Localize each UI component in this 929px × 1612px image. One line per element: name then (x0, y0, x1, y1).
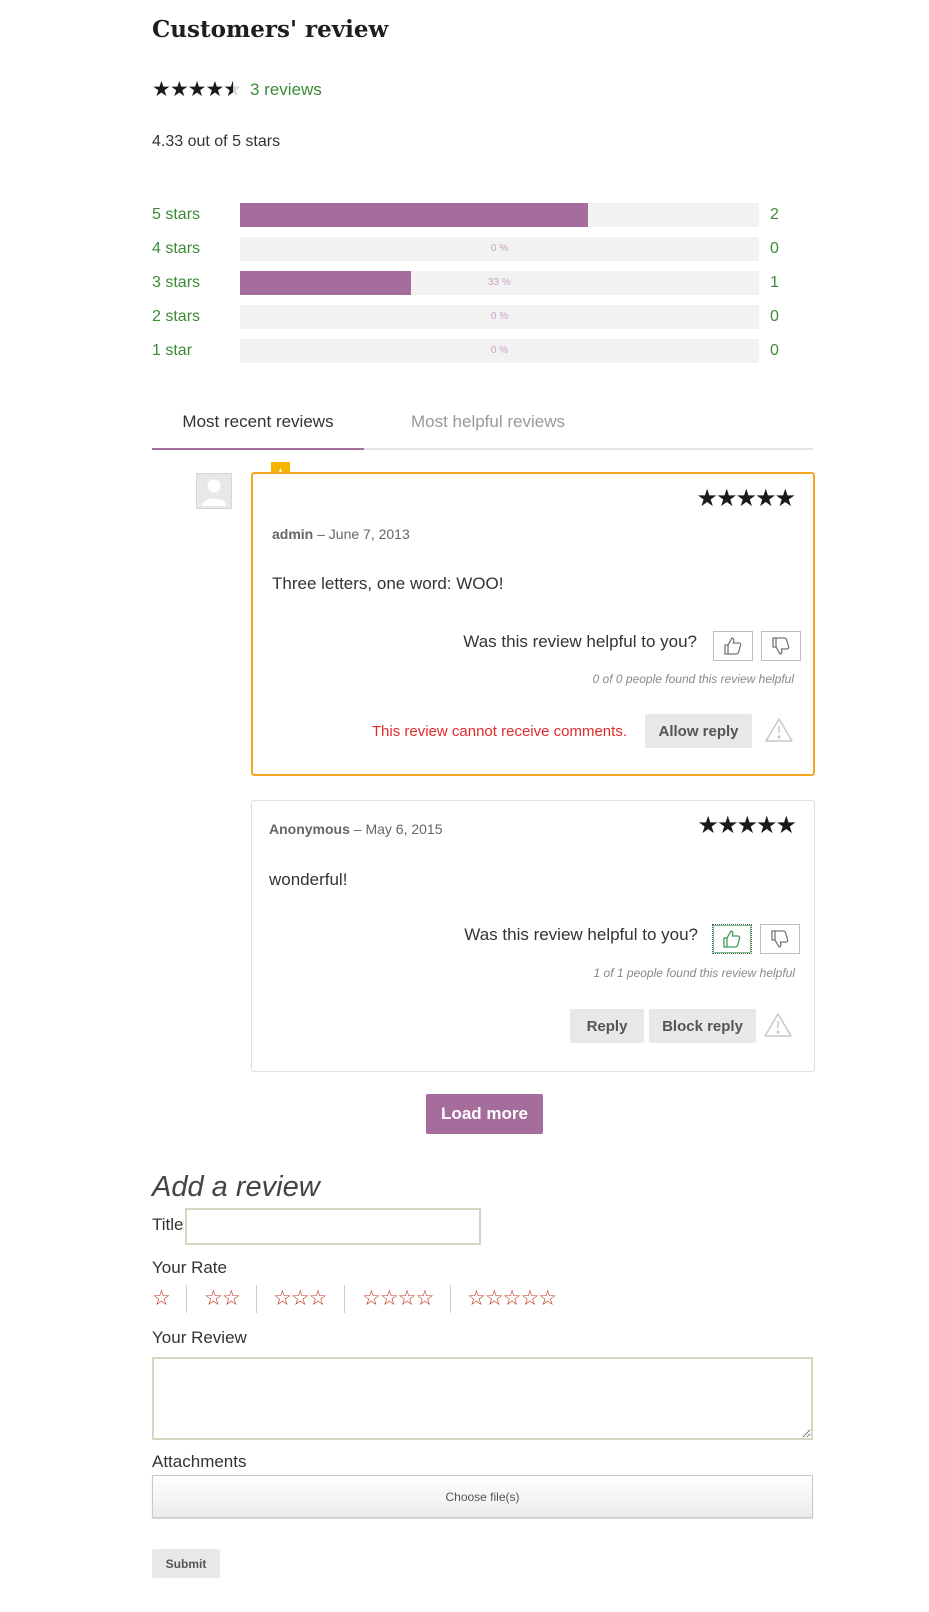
rate-option-1[interactable]: ☆ (152, 1288, 171, 1309)
rate-selector: ☆ ☆☆ ☆☆☆ ☆☆☆☆ ☆☆☆☆☆ (152, 1285, 572, 1313)
rating-count: 0 (770, 240, 779, 257)
avatar-placeholder-icon (196, 473, 232, 509)
rating-row: 4 stars 0 % 0 (152, 237, 792, 261)
rate-option-5[interactable]: ☆☆☆☆☆ (467, 1288, 557, 1309)
rating-bar-percent: 0 % (490, 243, 509, 254)
thumbs-down-icon (771, 930, 789, 948)
star-full-icon: ★ (152, 78, 171, 101)
add-review-heading: Add a review (152, 1171, 320, 1203)
rate-label: Your Rate (152, 1258, 227, 1277)
warning-icon[interactable] (763, 1012, 793, 1038)
helpful-count-note: 0 of 0 people found this review helpful (592, 672, 794, 686)
rating-filter-link[interactable]: 3 stars (152, 271, 200, 295)
rating-row: 2 stars 0 % 0 (152, 305, 792, 329)
rating-count: 1 (770, 274, 779, 291)
thumbs-down-icon (772, 637, 790, 655)
review-rating-stars: ★★★★★ (696, 485, 796, 512)
rating-bar-fill (240, 203, 588, 227)
review-tabs: Most recent reviews Most helpful reviews (152, 404, 813, 450)
reply-button[interactable]: Reply (570, 1009, 644, 1043)
star-full-icon: ★ (205, 78, 224, 101)
rating-filter-link[interactable]: 5 stars (152, 203, 200, 227)
vote-down-button[interactable] (760, 924, 800, 954)
review-textarea[interactable] (152, 1357, 813, 1440)
rate-divider (186, 1285, 187, 1313)
helpful-question: Was this review helpful to you? (463, 632, 697, 651)
review-author: admin (272, 526, 314, 542)
rate-divider (344, 1285, 345, 1313)
star-full-icon: ★ (187, 78, 207, 101)
rate-option-3[interactable]: ☆☆☆ (273, 1288, 327, 1309)
review-rating-stars: ★★★★★ (697, 812, 797, 839)
vote-up-button[interactable] (713, 631, 753, 661)
vote-up-button[interactable] (712, 924, 752, 954)
choose-files-button[interactable]: Choose file(s) (152, 1475, 813, 1518)
attachments-label: Attachments (152, 1452, 247, 1471)
warning-icon[interactable] (764, 717, 794, 743)
vote-down-button[interactable] (761, 631, 801, 661)
rating-bar-percent: 33 % (488, 277, 511, 288)
submit-button[interactable]: Submit (152, 1549, 220, 1578)
review-author: Anonymous (269, 821, 350, 837)
average-rating-text: 4.33 out of 5 stars (152, 133, 281, 150)
rate-option-2[interactable]: ☆☆ (204, 1288, 241, 1309)
thumbs-up-icon (724, 637, 742, 655)
rating-count: 0 (770, 308, 779, 325)
title-input[interactable] (185, 1208, 481, 1245)
rating-filter-link[interactable]: 4 stars (152, 237, 200, 261)
section-title: Customers' review (152, 16, 389, 43)
review-author-line: Anonymous – May 6, 2015 (269, 821, 443, 837)
review-date: – May 6, 2015 (353, 821, 443, 837)
review-text: wonderful! (269, 870, 348, 889)
rate-option-4[interactable]: ☆☆☆☆ (362, 1288, 434, 1309)
review-card: ★★★★★ Anonymous – May 6, 2015 wonderful!… (251, 800, 815, 1072)
rating-count: 2 (770, 206, 779, 223)
rating-row: 1 star 0 % 0 (152, 339, 792, 363)
rating-bar-track: 0 % (240, 305, 759, 329)
title-label: Title (152, 1215, 184, 1234)
helpful-count-note: 1 of 1 people found this review helpful (593, 966, 795, 980)
rate-divider (256, 1285, 257, 1313)
block-reply-button[interactable]: Block reply (649, 1009, 756, 1043)
no-comments-notice: This review cannot receive comments. (371, 723, 627, 740)
load-more-button[interactable]: Load more (426, 1094, 543, 1134)
review-card-featured: ★★★★★ admin – June 7, 2013 Three letters… (251, 472, 815, 776)
review-date: – June 7, 2013 (317, 526, 410, 542)
rating-filter-link[interactable]: 2 stars (152, 305, 200, 329)
star-full-icon: ★ (169, 78, 189, 101)
allow-reply-button[interactable]: Allow reply (645, 714, 752, 748)
star-partial-icon: ★ (223, 79, 242, 100)
thumbs-up-icon (723, 930, 741, 948)
rating-bar-track (240, 203, 759, 227)
review-text: Three letters, one word: WOO! (272, 574, 504, 593)
rating-bar-percent: 0 % (490, 345, 509, 356)
rate-divider (450, 1285, 451, 1313)
helpful-question: Was this review helpful to you? (464, 925, 698, 944)
average-rating-stars: ★★★★★ (152, 78, 242, 101)
reviews-count-link[interactable]: 3 reviews (250, 80, 322, 100)
rating-filter-link[interactable]: 1 star (152, 339, 192, 363)
review-label: Your Review (152, 1328, 247, 1347)
tab-most-recent[interactable]: Most recent reviews (152, 404, 364, 450)
rating-bar-percent: 0 % (490, 311, 509, 322)
tab-most-helpful[interactable]: Most helpful reviews (382, 404, 594, 450)
rating-row: 5 stars 2 (152, 203, 792, 227)
rating-bar-track: 33 % (240, 271, 759, 295)
review-author-line: admin – June 7, 2013 (272, 526, 410, 542)
rating-bar-track: 0 % (240, 237, 759, 261)
rating-row: 3 stars 33 % 1 (152, 271, 792, 295)
rating-bar-track: 0 % (240, 339, 759, 363)
rating-count: 0 (770, 342, 779, 359)
